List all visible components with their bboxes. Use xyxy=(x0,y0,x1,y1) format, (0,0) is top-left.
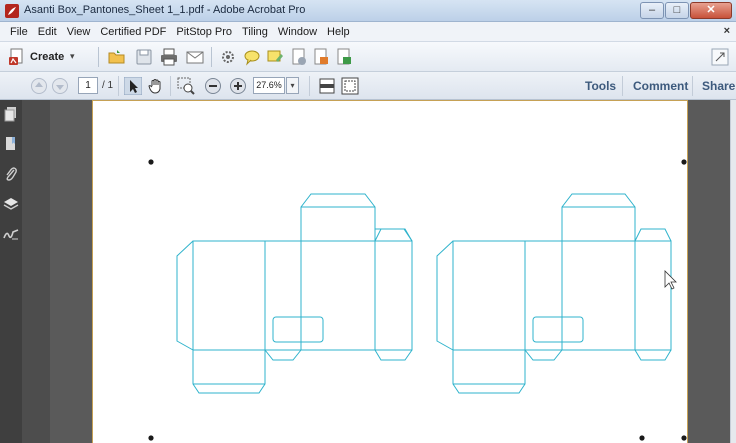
comment-bubble-icon[interactable] xyxy=(243,48,261,66)
menu-bar: File Edit View Certified PDF PitStop Pro… xyxy=(0,22,736,42)
maximize-button[interactable]: □ xyxy=(665,2,689,19)
registration-mark xyxy=(681,435,687,441)
zoom-level-input[interactable]: 27.6% xyxy=(253,77,285,94)
fit-width-icon[interactable] xyxy=(318,77,336,95)
open-folder-icon[interactable] xyxy=(108,48,126,66)
signatures-icon[interactable] xyxy=(3,226,19,242)
marquee-zoom-icon[interactable] xyxy=(177,77,195,95)
attachments-paperclip-icon[interactable] xyxy=(3,166,19,182)
zoom-out-icon[interactable] xyxy=(204,77,222,95)
menu-certified-pdf[interactable]: Certified PDF xyxy=(95,26,171,38)
menu-window[interactable]: Window xyxy=(273,26,322,38)
select-arrow-icon[interactable] xyxy=(124,77,142,95)
menu-help[interactable]: Help xyxy=(322,26,355,38)
page-number-input[interactable]: 1 xyxy=(78,77,98,94)
menu-file[interactable]: File xyxy=(5,26,33,38)
close-document-button[interactable]: × xyxy=(724,25,730,37)
save-icon[interactable] xyxy=(135,48,153,66)
email-icon[interactable] xyxy=(186,48,204,66)
fit-page-icon[interactable] xyxy=(341,77,359,95)
document-export-icon[interactable] xyxy=(312,48,330,66)
vertical-scrollbar[interactable] xyxy=(730,100,736,443)
menu-view[interactable]: View xyxy=(62,26,96,38)
zoom-in-icon[interactable] xyxy=(229,77,247,95)
close-icon: ✕ xyxy=(706,4,716,16)
navigation-toolbar: 1 / 1 27.6% ▾ Tools Comment Share xyxy=(0,72,736,100)
divider xyxy=(170,76,171,96)
menu-pitstop-pro[interactable]: PitStop Pro xyxy=(171,26,237,38)
menu-edit[interactable]: Edit xyxy=(33,26,62,38)
box-dieline-artwork xyxy=(148,159,687,441)
page-total: / 1 xyxy=(102,80,114,91)
registration-mark xyxy=(639,435,645,441)
layers-icon[interactable] xyxy=(3,196,19,212)
divider xyxy=(622,76,623,96)
box-dieline-left xyxy=(176,193,413,394)
divider xyxy=(309,76,310,96)
document-icon[interactable] xyxy=(290,48,308,66)
divider xyxy=(98,47,99,67)
window-title: Asanti Box_Pantones_Sheet 1_1.pdf - Adob… xyxy=(24,4,306,16)
zoom-dropdown-icon[interactable]: ▾ xyxy=(286,77,299,94)
share-panel-link[interactable]: Share xyxy=(702,79,735,93)
page-thumbnails-icon[interactable] xyxy=(3,106,19,122)
divider xyxy=(211,47,212,67)
print-icon[interactable] xyxy=(160,48,178,66)
highlight-comment-icon[interactable] xyxy=(266,48,284,66)
title-bar: Asanti Box_Pantones_Sheet 1_1.pdf - Adob… xyxy=(0,0,736,22)
settings-gear-icon[interactable] xyxy=(219,48,237,66)
close-window-button[interactable]: ✕ xyxy=(690,2,732,19)
box-dieline-right xyxy=(436,193,672,394)
registration-mark xyxy=(148,159,154,165)
minimize-button[interactable]: – xyxy=(640,2,664,19)
registration-mark xyxy=(148,435,154,441)
bookmarks-icon[interactable] xyxy=(3,136,19,152)
pdf-page xyxy=(92,100,688,443)
document-viewport[interactable] xyxy=(50,100,730,443)
create-button[interactable]: Create xyxy=(30,51,64,63)
hand-tool-icon[interactable] xyxy=(147,77,165,95)
divider xyxy=(118,76,119,96)
document-share-icon[interactable] xyxy=(335,48,353,66)
create-pdf-icon[interactable] xyxy=(8,48,26,66)
main-toolbar: Create ▾ xyxy=(0,42,736,72)
comment-panel-link[interactable]: Comment xyxy=(633,79,688,93)
acrobat-app-icon xyxy=(5,4,19,18)
chevron-down-icon[interactable]: ▾ xyxy=(70,51,75,62)
previous-page-icon[interactable] xyxy=(30,77,48,95)
expand-icon[interactable] xyxy=(711,48,729,66)
minimize-icon: – xyxy=(648,4,656,16)
next-page-icon[interactable] xyxy=(51,77,69,95)
maximize-icon: □ xyxy=(673,4,681,16)
divider xyxy=(692,76,693,96)
left-navigation-pane xyxy=(0,100,50,443)
menu-tiling[interactable]: Tiling xyxy=(237,26,273,38)
registration-mark xyxy=(681,159,687,165)
tools-panel-link[interactable]: Tools xyxy=(585,79,616,93)
